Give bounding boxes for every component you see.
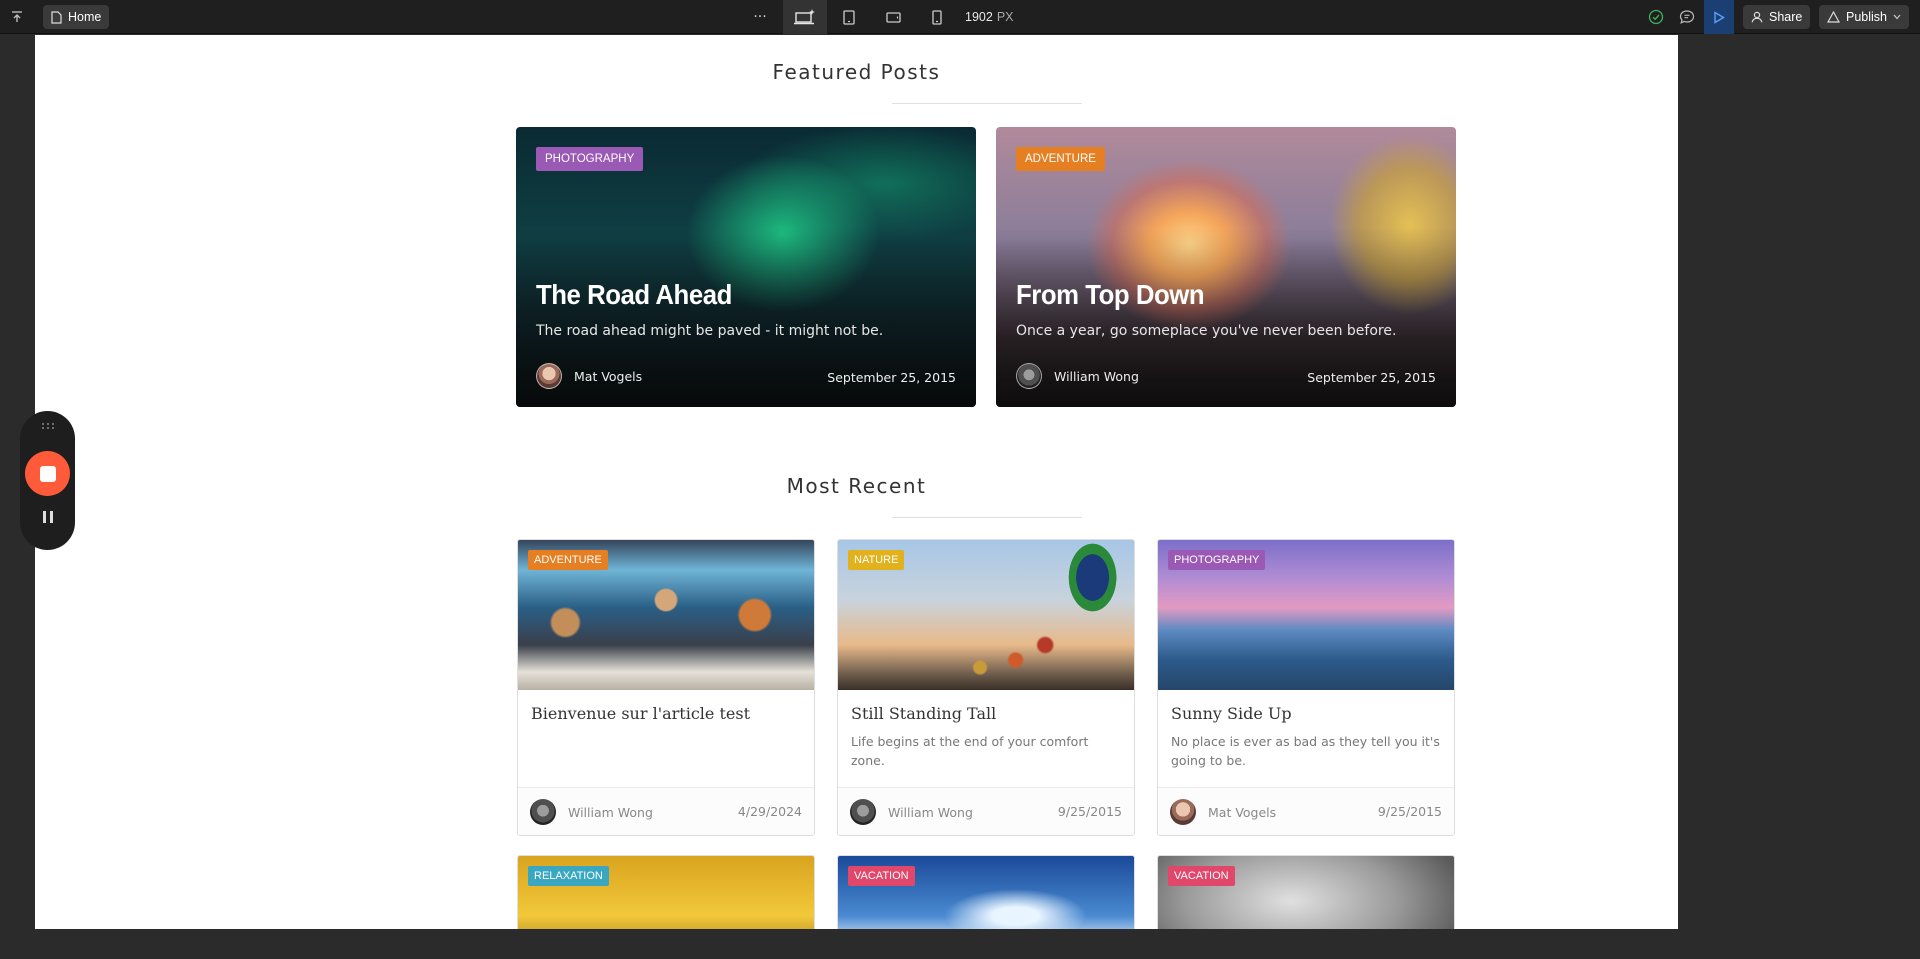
post-title[interactable]: Sunny Side Up bbox=[1171, 704, 1292, 723]
user-icon bbox=[1751, 11, 1763, 23]
post-subtitle: No place is ever as bad as they tell you… bbox=[1171, 734, 1440, 768]
screen-recorder-widget bbox=[20, 411, 75, 550]
author-name: Mat Vogels bbox=[574, 368, 643, 384]
width-unit: PX bbox=[996, 10, 1014, 24]
post-date: 9/25/2015 bbox=[1377, 804, 1442, 819]
mobile-breakpoint-button[interactable] bbox=[915, 0, 959, 34]
share-button[interactable]: Share bbox=[1743, 5, 1811, 29]
author-name: William Wong bbox=[888, 804, 973, 820]
author-name: William Wong bbox=[1054, 368, 1139, 384]
width-value: 1902 bbox=[965, 10, 993, 24]
category-badge[interactable]: ADVENTURE bbox=[528, 550, 608, 570]
post-title[interactable]: Still Standing Tall bbox=[851, 704, 996, 723]
desktop-breakpoint-button[interactable] bbox=[783, 0, 827, 34]
post-card[interactable]: VACATION bbox=[1157, 855, 1455, 929]
post-subtitle: The road ahead might be paved - it might… bbox=[536, 323, 884, 339]
post-image[interactable]: VACATION bbox=[1158, 856, 1454, 929]
author[interactable]: William Wong bbox=[1016, 363, 1139, 389]
post-card[interactable]: ADVENTURE Bienvenue sur l'article test W… bbox=[517, 539, 815, 836]
pause-icon-bar bbox=[49, 511, 53, 523]
post-image[interactable]: VACATION bbox=[838, 856, 1134, 929]
post-card[interactable]: RELAXATION bbox=[517, 855, 815, 929]
category-badge[interactable]: ADVENTURE bbox=[1016, 147, 1105, 171]
post-title[interactable]: The Road Ahead bbox=[536, 279, 732, 311]
category-badge[interactable]: PHOTOGRAPHY bbox=[1168, 550, 1266, 570]
pause-recording-button[interactable] bbox=[20, 511, 75, 523]
featured-section-title: Featured Posts bbox=[772, 60, 941, 84]
post-image[interactable]: RELAXATION bbox=[518, 856, 814, 929]
chevron-down-icon bbox=[1893, 14, 1901, 20]
category-badge[interactable]: NATURE bbox=[848, 550, 905, 570]
featured-card[interactable]: ADVENTURE From Top Down Once a year, go … bbox=[996, 127, 1456, 407]
avatar bbox=[850, 799, 876, 825]
post-date: September 25, 2015 bbox=[1307, 370, 1436, 385]
status-check-icon[interactable] bbox=[1645, 0, 1667, 34]
category-badge[interactable]: PHOTOGRAPHY bbox=[536, 147, 644, 171]
page-canvas: Featured Posts PHOTOGRAPHY The Road Ahea… bbox=[35, 35, 1678, 929]
comment-icon[interactable] bbox=[1676, 0, 1698, 34]
tablet-icon bbox=[843, 9, 855, 25]
recent-divider bbox=[892, 517, 1082, 518]
post-title[interactable]: From Top Down bbox=[1016, 279, 1205, 311]
play-icon bbox=[1714, 10, 1725, 24]
more-options-button[interactable]: ··· bbox=[745, 0, 775, 34]
collapse-up-icon[interactable] bbox=[0, 0, 34, 34]
share-label: Share bbox=[1769, 10, 1803, 24]
post-date: 4/29/2024 bbox=[737, 804, 802, 819]
preview-play-button[interactable] bbox=[1704, 0, 1734, 34]
post-title[interactable]: Bienvenue sur l'article test bbox=[531, 704, 750, 723]
desktop-star-icon bbox=[794, 9, 815, 25]
publish-button[interactable]: Publish bbox=[1819, 5, 1909, 29]
author[interactable]: Mat Vogels bbox=[1170, 799, 1276, 825]
avatar bbox=[1170, 799, 1196, 825]
avatar bbox=[536, 363, 562, 389]
post-date: 9/25/2015 bbox=[1057, 804, 1122, 819]
page-icon bbox=[51, 10, 62, 24]
post-card[interactable]: PHOTOGRAPHY Sunny Side Up No place is ev… bbox=[1157, 539, 1455, 836]
editor-toolbar: Home ··· 1902 PX Share Publish bbox=[0, 0, 1920, 34]
post-subtitle: Once a year, go someplace you've never b… bbox=[1016, 323, 1397, 339]
tablet-breakpoint-button[interactable] bbox=[827, 0, 871, 34]
author[interactable]: William Wong bbox=[530, 799, 653, 825]
publish-label: Publish bbox=[1846, 10, 1887, 24]
recent-section-title: Most Recent bbox=[786, 474, 927, 498]
featured-divider bbox=[892, 103, 1082, 104]
drag-handle-icon[interactable] bbox=[20, 419, 75, 433]
more-dots-icon: ··· bbox=[753, 9, 767, 25]
stop-icon bbox=[39, 465, 56, 482]
avatar bbox=[1016, 363, 1042, 389]
page-name: Home bbox=[68, 10, 102, 24]
pause-icon bbox=[42, 511, 46, 523]
category-badge[interactable]: VACATION bbox=[848, 866, 915, 886]
author-name: Mat Vogels bbox=[1208, 804, 1277, 820]
post-image[interactable]: NATURE bbox=[838, 540, 1134, 690]
avatar bbox=[530, 799, 556, 825]
post-image[interactable]: PHOTOGRAPHY bbox=[1158, 540, 1454, 690]
stop-recording-button[interactable] bbox=[25, 451, 70, 496]
author-name: William Wong bbox=[568, 804, 653, 820]
post-date: September 25, 2015 bbox=[827, 370, 956, 385]
category-badge[interactable]: RELAXATION bbox=[528, 866, 609, 886]
author[interactable]: William Wong bbox=[850, 799, 973, 825]
phone-landscape-icon bbox=[885, 11, 901, 23]
page-selector-button[interactable]: Home bbox=[43, 5, 110, 29]
card-footer: William Wong 4/29/2024 bbox=[518, 787, 814, 835]
author[interactable]: Mat Vogels bbox=[536, 363, 642, 389]
card-footer: William Wong 9/25/2015 bbox=[838, 787, 1134, 835]
phone-icon bbox=[932, 9, 942, 25]
post-card[interactable]: NATURE Still Standing Tall Life begins a… bbox=[837, 539, 1135, 836]
category-badge[interactable]: VACATION bbox=[1168, 866, 1235, 886]
post-card[interactable]: VACATION bbox=[837, 855, 1135, 929]
post-image[interactable]: ADVENTURE bbox=[518, 540, 814, 690]
post-subtitle: Life begins at the end of your comfort z… bbox=[851, 734, 1089, 768]
canvas-width-readout[interactable]: 1902 PX bbox=[965, 0, 1014, 34]
featured-card[interactable]: PHOTOGRAPHY The Road Ahead The road ahea… bbox=[516, 127, 976, 407]
publish-icon bbox=[1827, 11, 1840, 23]
card-footer: Mat Vogels 9/25/2015 bbox=[1158, 787, 1454, 835]
landscape-breakpoint-button[interactable] bbox=[871, 0, 915, 34]
